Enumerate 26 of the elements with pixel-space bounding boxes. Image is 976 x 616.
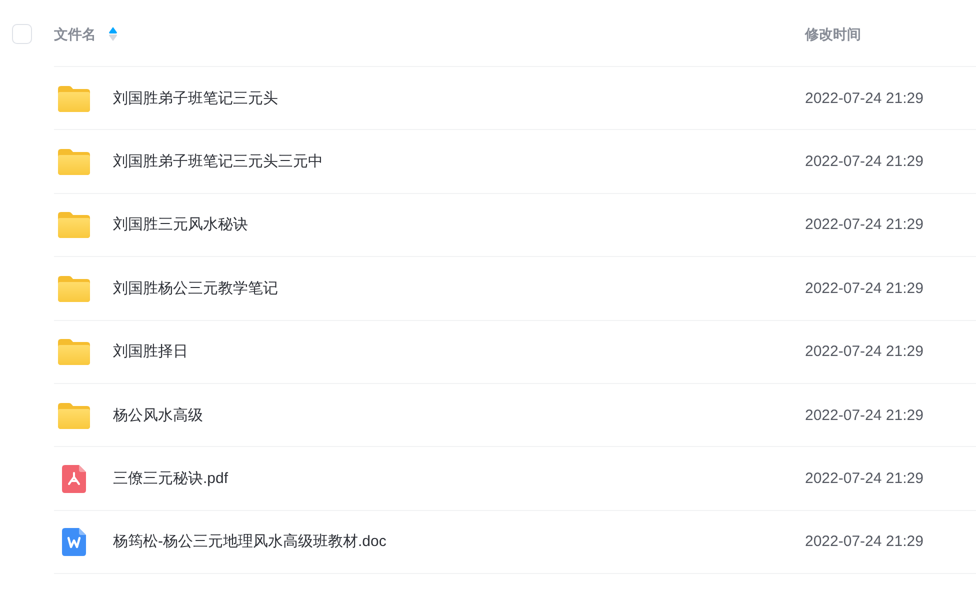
file-name[interactable]: 刘国胜弟子班笔记三元头三元中 xyxy=(113,152,323,172)
file-name[interactable]: 杨筠松-杨公三元地理风水高级班教材.doc xyxy=(113,532,386,552)
modified-time: 2022-07-24 21:29 xyxy=(805,468,924,489)
select-all-checkbox[interactable] xyxy=(12,24,32,44)
folder-icon xyxy=(58,339,90,366)
sort-icon[interactable] xyxy=(109,26,117,40)
file-name[interactable]: 三僚三元秘诀.pdf xyxy=(113,468,228,489)
folder-icon xyxy=(58,149,90,176)
modified-time: 2022-07-24 21:29 xyxy=(805,532,924,552)
modified-time: 2022-07-24 21:29 xyxy=(805,88,924,109)
file-name[interactable]: 刘国胜弟子班笔记三元头 xyxy=(113,88,278,109)
folder-icon xyxy=(58,212,90,238)
modified-time: 2022-07-24 21:29 xyxy=(805,342,924,362)
folder-icon xyxy=(58,276,90,302)
pdf-file-icon xyxy=(62,464,86,493)
folder-icon xyxy=(58,86,90,112)
file-name[interactable]: 杨公风水高级 xyxy=(113,406,203,426)
file-name[interactable]: 刘国胜杨公三元教学笔记 xyxy=(113,278,278,299)
modified-time: 2022-07-24 21:29 xyxy=(805,152,924,172)
file-name[interactable]: 刘国胜择日 xyxy=(113,342,188,362)
modified-time: 2022-07-24 21:29 xyxy=(805,215,924,236)
folder-icon xyxy=(58,402,90,429)
file-name[interactable]: 刘国胜三元风水秘诀 xyxy=(113,215,248,236)
modified-time: 2022-07-24 21:29 xyxy=(805,406,924,426)
word-document-icon xyxy=(62,528,86,556)
modified-time: 2022-07-24 21:29 xyxy=(805,278,924,299)
